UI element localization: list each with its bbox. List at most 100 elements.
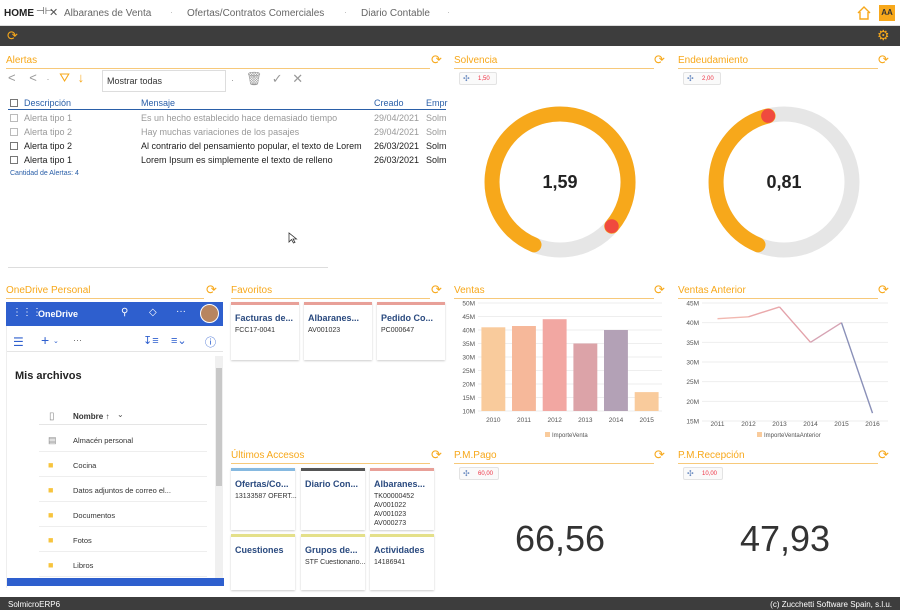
- new-icon[interactable]: +: [41, 332, 49, 348]
- filter-icon[interactable]: ⛛: [59, 70, 70, 85]
- more-icon[interactable]: ···: [176, 306, 186, 317]
- series-line[interactable]: [748, 306, 780, 318]
- file-name[interactable]: Libros: [73, 561, 93, 570]
- column-header[interactable]: Empr: [426, 98, 448, 108]
- row-checkbox[interactable]: [10, 114, 18, 122]
- avatar[interactable]: [200, 304, 219, 323]
- threshold-chip: ✣ 10,00: [683, 467, 723, 480]
- search-icon[interactable]: ⚲: [121, 307, 128, 318]
- scrollbar[interactable]: [215, 356, 223, 581]
- file-name[interactable]: Documentos: [73, 511, 115, 520]
- column-header[interactable]: Descripción: [24, 98, 71, 108]
- row-created[interactable]: 26/03/2021: [374, 155, 426, 165]
- series-line[interactable]: [778, 306, 812, 343]
- row-checkbox[interactable]: [10, 156, 18, 164]
- row-checkbox[interactable]: [10, 142, 18, 150]
- row-description[interactable]: Alerta tipo 2: [24, 127, 136, 137]
- gear-icon[interactable]: ⚙: [877, 28, 890, 43]
- series-line[interactable]: [810, 322, 842, 343]
- close-icon[interactable]: ✕: [292, 71, 303, 86]
- row-message[interactable]: Es un hecho establecido hace demasiado t…: [141, 113, 372, 123]
- onedrive-app-name[interactable]: OneDrive: [38, 309, 78, 319]
- share-all-icon[interactable]: <: [29, 70, 37, 85]
- select-all-checkbox[interactable]: [10, 99, 18, 107]
- refresh-all-icon[interactable]: ⟳: [7, 29, 18, 43]
- shortcut-tile[interactable]: Ofertas/Co... 13133587 OFERT...: [231, 468, 297, 530]
- file-name[interactable]: Datos adjuntos de correo el...: [73, 486, 171, 495]
- tile-title: Albaranes...: [374, 479, 426, 489]
- panel-title: Alertas: [6, 55, 38, 66]
- row-message[interactable]: Lorem Ipsum es simplemente el texto de r…: [141, 155, 372, 165]
- row-created[interactable]: 29/04/2021: [374, 113, 426, 123]
- file-name[interactable]: Cocina: [73, 461, 96, 470]
- view-icon[interactable]: ≡⌄: [171, 334, 187, 347]
- shortcut-tile[interactable]: Cuestiones: [231, 534, 295, 590]
- sort-icon[interactable]: ↧≡: [143, 334, 159, 347]
- refresh-icon[interactable]: ⟳: [878, 52, 889, 68]
- name-column-header[interactable]: Nombre ↑: [73, 412, 109, 421]
- check-icon[interactable]: ✓: [272, 71, 283, 86]
- shortcut-tile[interactable]: Pedido Co... PC000647: [377, 302, 445, 360]
- shortcut-tile[interactable]: Actividades 14186941: [370, 534, 434, 590]
- tab-ofertas[interactable]: Ofertas/Contratos Comerciales: [187, 8, 324, 19]
- tab-albaranes[interactable]: Albaranes de Venta: [64, 8, 151, 19]
- share-icon[interactable]: <: [8, 70, 16, 85]
- refresh-icon[interactable]: ⟳: [431, 282, 442, 298]
- bar[interactable]: [542, 319, 567, 411]
- bar[interactable]: [634, 392, 659, 411]
- column-header[interactable]: Creado: [374, 98, 404, 108]
- row-description[interactable]: Alerta tipo 1: [24, 155, 136, 165]
- tab-diario[interactable]: Diario Contable: [361, 8, 430, 19]
- row-created[interactable]: 29/04/2021: [374, 127, 426, 137]
- shortcut-tile[interactable]: Grupos de... STF Cuestionario...: [301, 534, 365, 590]
- refresh-icon[interactable]: ⟳: [654, 282, 665, 298]
- row-company[interactable]: Solm: [426, 141, 446, 151]
- threshold-chip: ✣ 1,50: [459, 72, 497, 85]
- refresh-icon[interactable]: ⟳: [878, 282, 889, 298]
- row-checkbox[interactable]: [10, 128, 18, 136]
- tile-detail: STF Cuestionario...: [305, 559, 366, 566]
- chevron-down-icon[interactable]: ⌄: [117, 410, 124, 419]
- row-company[interactable]: Solm: [426, 113, 446, 123]
- show-all-dropdown[interactable]: Mostrar todas: [102, 70, 226, 92]
- series-line[interactable]: [717, 316, 749, 320]
- shortcut-tile[interactable]: Albaranes... AV001023: [304, 302, 372, 360]
- diamond-icon[interactable]: ◇: [149, 307, 157, 318]
- menu-icon[interactable]: ☰: [13, 335, 24, 349]
- home-icon[interactable]: [856, 5, 872, 21]
- file-name[interactable]: Fotos: [73, 536, 92, 545]
- bar[interactable]: [481, 327, 506, 411]
- file-name[interactable]: Almacén personal: [73, 436, 133, 445]
- sort-icon[interactable]: ↓: [78, 70, 85, 85]
- refresh-icon[interactable]: ⟳: [878, 447, 889, 463]
- more-icon[interactable]: ···: [73, 335, 82, 345]
- row-message[interactable]: Hay muchas variaciones de los pasajes: [141, 127, 372, 137]
- row-description[interactable]: Alerta tipo 1: [24, 113, 136, 123]
- close-tab-icon[interactable]: ✕: [49, 6, 58, 19]
- row-company[interactable]: Solm: [426, 127, 446, 137]
- column-header[interactable]: Mensaje: [141, 98, 175, 108]
- refresh-icon[interactable]: ⟳: [654, 447, 665, 463]
- refresh-icon[interactable]: ⟳: [431, 52, 442, 68]
- series-line[interactable]: [840, 322, 874, 414]
- trash-icon[interactable]: 🗑: [246, 71, 263, 86]
- info-icon[interactable]: ⓘ: [205, 334, 216, 350]
- user-avatar-badge[interactable]: AA: [879, 5, 895, 21]
- refresh-icon[interactable]: ⟳: [431, 447, 442, 463]
- refresh-icon[interactable]: ⟳: [654, 52, 665, 68]
- refresh-icon[interactable]: ⟳: [206, 282, 217, 298]
- shortcut-tile[interactable]: Diario Con...: [301, 468, 365, 530]
- shortcut-tile[interactable]: Facturas de... FCC17-0041: [231, 302, 299, 360]
- shortcut-tile[interactable]: Albaranes... TK00000452 AV001022 AV001023 AV…: [370, 468, 434, 530]
- bar[interactable]: [573, 343, 598, 412]
- bar[interactable]: [604, 330, 628, 411]
- chevron-down-icon[interactable]: ⌄: [53, 337, 59, 345]
- row-description[interactable]: Alerta tipo 2: [24, 141, 136, 151]
- row-message[interactable]: Al contrario del pensamiento popular, el…: [141, 141, 372, 151]
- panel-title: P.M.Recepción: [678, 450, 745, 461]
- tab-home[interactable]: HOME: [4, 8, 34, 19]
- row-created[interactable]: 26/03/2021: [374, 141, 426, 151]
- row-company[interactable]: Solm: [426, 155, 446, 165]
- scrollbar-thumb[interactable]: [216, 368, 222, 486]
- bar[interactable]: [512, 326, 536, 411]
